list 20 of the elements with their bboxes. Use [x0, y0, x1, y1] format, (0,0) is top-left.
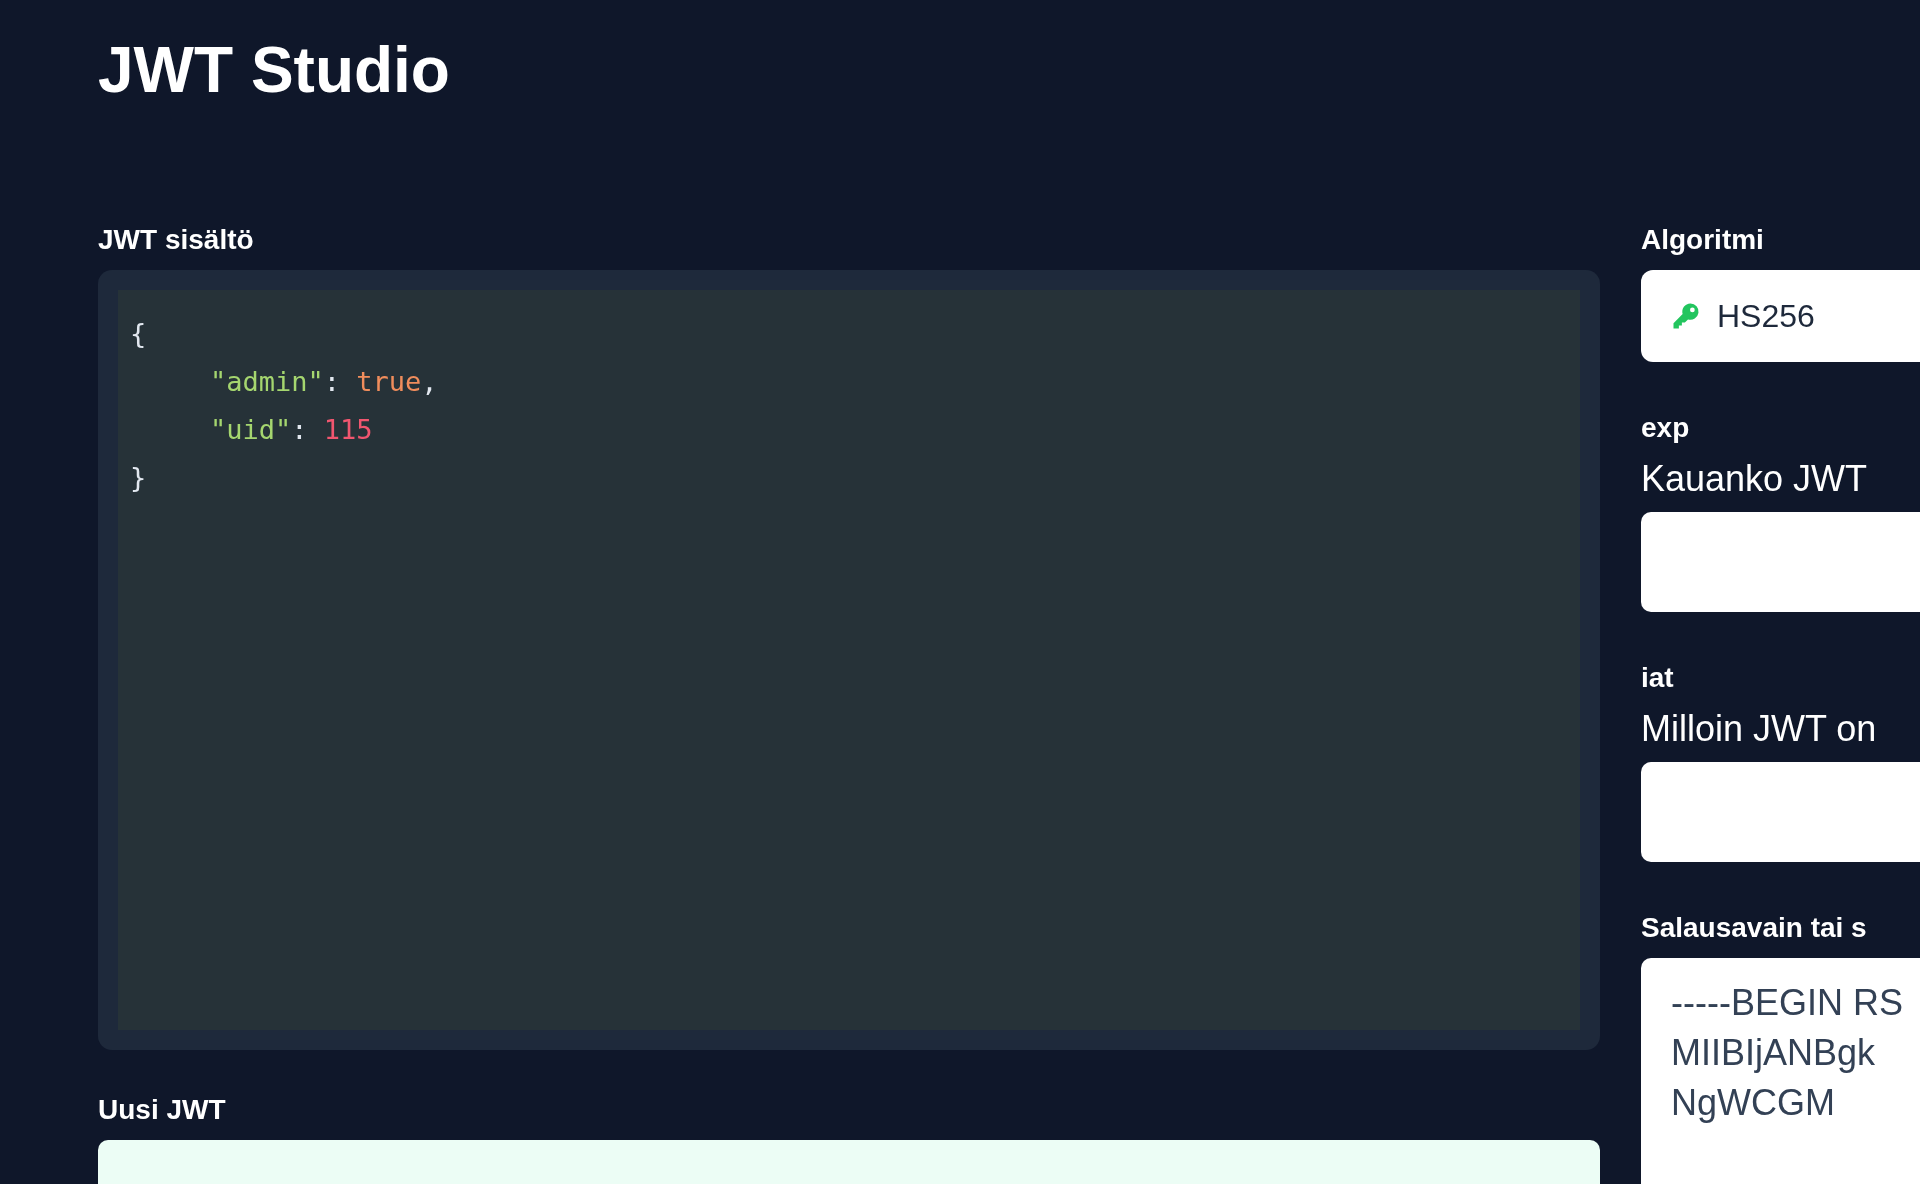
app-title: JWT Studio [98, 33, 451, 108]
claim-label: iat [1641, 661, 1674, 695]
key-text-line: NgWCGM [1671, 1081, 1835, 1125]
code-line: "admin": true, [210, 366, 438, 397]
key-text-line: -----BEGIN RS [1671, 981, 1903, 1025]
code-brace: } [130, 462, 147, 493]
claim-description: Milloin JWT on [1641, 707, 1877, 751]
algorithm-select[interactable]: HS256 [1641, 270, 1920, 362]
key-icon [1671, 301, 1701, 331]
output-label: Uusi JWT [98, 1093, 226, 1127]
key-text-line: MIIBIjANBgk [1671, 1031, 1876, 1075]
secret-label: Salausavain tai s [1641, 911, 1867, 945]
code-brace: { [130, 318, 147, 349]
code-editor[interactable]: { "admin": true, "uid": 115 } [118, 290, 1580, 1030]
algorithm-label: Algoritmi [1641, 223, 1764, 257]
claim-label: exp [1641, 411, 1690, 445]
secret-field[interactable]: -----BEGIN RS MIIBIjANBgk NgWCGM [1641, 958, 1920, 1184]
code-line: "uid": 115 [210, 414, 373, 445]
editor-label: JWT sisältö [98, 223, 254, 257]
claim-description: Kauanko JWT [1641, 457, 1868, 501]
